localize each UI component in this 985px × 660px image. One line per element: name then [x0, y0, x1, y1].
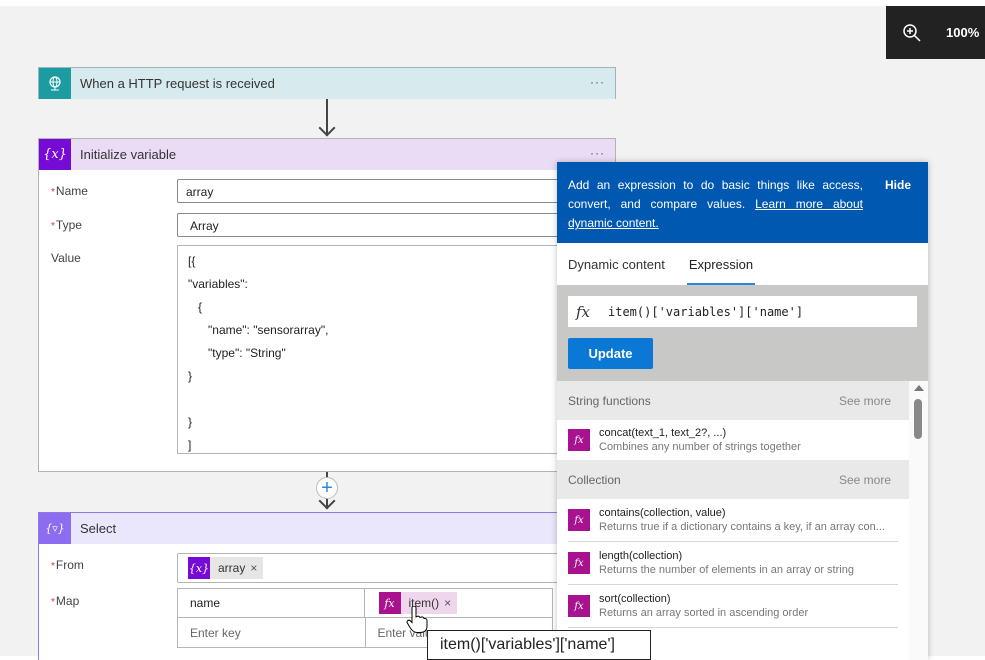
more-options-icon[interactable]: ···: [590, 75, 605, 89]
http-globe-icon: [39, 68, 71, 99]
zoom-level: 100%: [946, 25, 980, 40]
value-line: "variables":: [188, 277, 248, 291]
expression-editor-area: fx item()['variables']['name'] Update: [557, 285, 928, 381]
value-label: Value: [51, 251, 81, 265]
map-row: name fx item() ×: [178, 589, 552, 618]
fx-icon: fx: [568, 429, 590, 451]
hide-button[interactable]: Hide: [885, 176, 911, 195]
card-title: When a HTTP request is received: [80, 76, 275, 91]
scroll-up-arrow-icon[interactable]: [914, 385, 924, 391]
category-header-string: String functions See more: [557, 381, 909, 420]
token-label: array ×: [210, 557, 263, 579]
label-text: Map: [55, 594, 80, 608]
function-text: length(collection) Returns the number of…: [599, 549, 899, 577]
plus-icon: +: [321, 477, 333, 499]
card-title: Select: [80, 521, 117, 536]
array-token[interactable]: {x} array ×: [188, 557, 264, 579]
type-label: *Type: [51, 218, 82, 232]
select-filter-icon: {▿}: [39, 513, 71, 544]
map-value-input[interactable]: fx item() ×: [365, 589, 553, 617]
label-text: From: [55, 558, 84, 572]
expression-tooltip: item()['variables']['name']: [427, 630, 651, 660]
function-name: concat(text_1, text_2?, ...): [599, 427, 727, 439]
zoom-control[interactable]: 100%: [886, 6, 985, 59]
function-item[interactable]: fx sort(collection) Returns an array sor…: [568, 585, 898, 628]
value-line: "name": "sensorarray",: [188, 323, 329, 337]
hand-pointer-cursor-icon: [406, 606, 428, 633]
value-line: {: [188, 300, 203, 314]
card-header[interactable]: {▿} Select: [39, 513, 615, 544]
value-line: }: [188, 369, 193, 383]
update-button[interactable]: Update: [568, 338, 653, 369]
name-label: *Name: [51, 184, 88, 198]
label-text: Type: [55, 218, 82, 232]
zoom-in-icon[interactable]: [902, 23, 922, 43]
tab-dynamic-content[interactable]: Dynamic content: [568, 243, 665, 285]
fx-icon: fx: [575, 302, 590, 321]
map-key-input[interactable]: name: [178, 589, 365, 617]
variable-icon: {x}: [188, 557, 210, 579]
tab-expression[interactable]: Expression: [686, 243, 756, 285]
add-step-button[interactable]: +: [316, 477, 338, 499]
function-name: length(collection): [599, 550, 683, 562]
function-item[interactable]: fx length(collection) Returns the number…: [568, 542, 898, 585]
value-line: ]: [188, 438, 192, 452]
value-line: "type": "String": [188, 346, 286, 360]
function-name: contains(collection, value): [599, 507, 726, 519]
function-description: Returns an array sorted in ascending ord…: [599, 607, 809, 619]
function-list-scrollbar[interactable]: [909, 381, 928, 660]
remove-token-icon[interactable]: ×: [444, 596, 451, 610]
function-item[interactable]: fx concat(text_1, text_2?, ...) Combines…: [568, 420, 898, 460]
initialize-variable-card[interactable]: {x} Initialize variable ··· *Name array …: [38, 138, 617, 472]
see-more-link[interactable]: See more: [839, 473, 891, 487]
category-header-collection: Collection See more: [557, 460, 909, 499]
function-description: Returns true if a dictionary contains a …: [599, 521, 885, 533]
category-name: String functions: [568, 393, 651, 408]
see-more-link[interactable]: See more: [839, 394, 891, 408]
fx-icon: fx: [568, 595, 590, 617]
category-name: Collection: [568, 472, 621, 487]
function-text: sort(collection) Returns an array sorted…: [599, 592, 899, 620]
from-input[interactable]: {x} array ×: [177, 553, 617, 583]
scroll-thumb[interactable]: [914, 399, 922, 439]
card-header[interactable]: When a HTTP request is received ···: [39, 68, 615, 99]
info-message: Add an expression to do basic things lik…: [568, 176, 863, 233]
token-text: array: [218, 561, 246, 575]
remove-token-icon[interactable]: ×: [250, 561, 257, 575]
http-trigger-card[interactable]: When a HTTP request is received ···: [38, 67, 616, 99]
map-label: *Map: [51, 594, 79, 608]
function-description: Returns the number of elements in an arr…: [599, 564, 854, 576]
value-line: }: [188, 415, 193, 429]
function-list: String functions See more fx concat(text…: [557, 381, 909, 660]
function-text: concat(text_1, text_2?, ...) Combines an…: [599, 426, 899, 454]
expression-panel: Add an expression to do basic things lik…: [557, 162, 928, 660]
fx-icon: fx: [378, 592, 401, 614]
from-label: *From: [51, 558, 84, 572]
expression-input[interactable]: fx item()['variables']['name']: [568, 296, 917, 327]
function-text: contains(collection, value) Returns true…: [599, 506, 899, 534]
required-marker: *: [51, 597, 55, 608]
function-name: sort(collection): [599, 593, 671, 605]
required-marker: *: [51, 187, 55, 198]
map-key-placeholder[interactable]: Enter key: [178, 618, 366, 647]
card-header[interactable]: {x} Initialize variable ···: [39, 139, 615, 170]
required-marker: *: [51, 221, 55, 232]
panel-tabs: Dynamic content Expression: [557, 243, 928, 285]
card-title: Initialize variable: [80, 147, 177, 162]
expression-text: item()['variables']['name']: [608, 304, 804, 319]
variable-icon: {x}: [39, 139, 71, 170]
value-line: [188, 388, 606, 411]
function-item[interactable]: fx contains(collection, value) Returns t…: [568, 499, 898, 542]
function-description: Combines any number of strings together: [599, 441, 801, 453]
value-line: [{: [188, 254, 196, 268]
variable-name-input[interactable]: array: [177, 179, 617, 203]
required-marker: *: [51, 561, 55, 572]
variable-type-select[interactable]: Array: [177, 213, 617, 237]
label-text: Name: [55, 184, 88, 198]
fx-icon: fx: [568, 552, 590, 574]
more-options-icon[interactable]: ···: [590, 146, 605, 160]
fx-icon: fx: [568, 509, 590, 531]
variable-value-textarea[interactable]: [{ "variables": { "name": "sensorarray",…: [177, 245, 617, 454]
panel-info-banner: Add an expression to do basic things lik…: [557, 162, 928, 243]
